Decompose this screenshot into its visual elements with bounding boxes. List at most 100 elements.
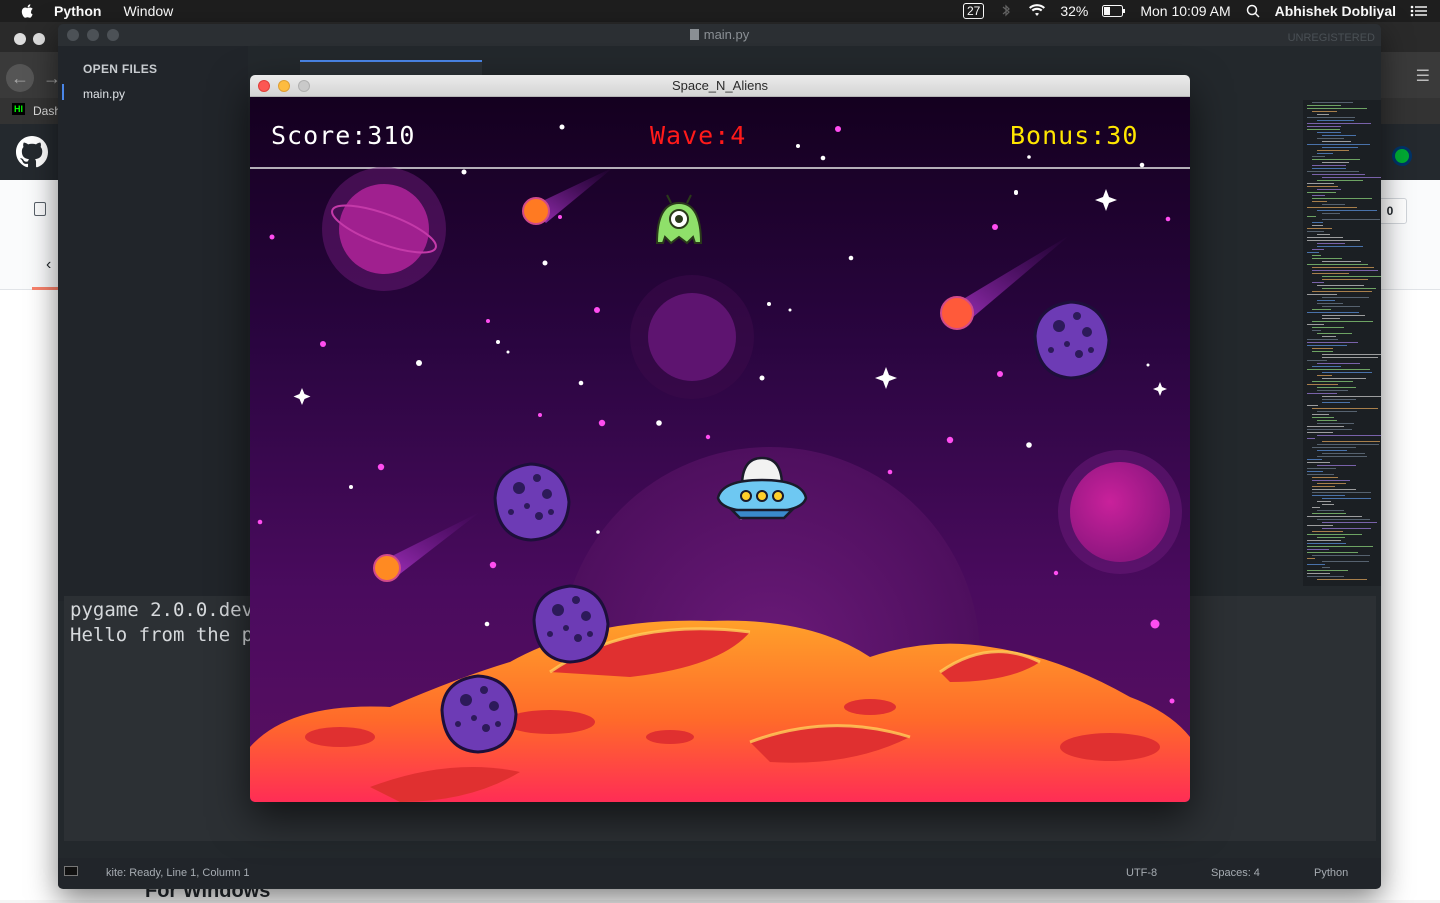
minimap-line: [1312, 330, 1321, 331]
minimap-line: [1317, 300, 1335, 301]
minimap-line: [1307, 468, 1336, 469]
minimap-line: [1312, 489, 1356, 490]
minimap-line: [1312, 321, 1373, 322]
menu-list-icon[interactable]: [1410, 4, 1428, 18]
wave-label: Wave:4: [650, 121, 747, 150]
browser-close-dot[interactable]: [14, 33, 26, 45]
score-label: Score:310: [271, 121, 416, 150]
back-icon[interactable]: ←: [6, 64, 34, 92]
minimap-line: [1307, 129, 1340, 130]
menu-app-python[interactable]: Python: [54, 3, 101, 19]
minimap-line: [1312, 159, 1360, 160]
minimap-line: [1312, 273, 1349, 274]
minimap-line: [1317, 501, 1331, 502]
space-scene: [250, 97, 1190, 802]
minimap-line: [1307, 393, 1337, 394]
sidebar-file-main-py[interactable]: main.py: [83, 87, 125, 101]
avatar[interactable]: [1392, 146, 1412, 166]
minimap-line: [1307, 186, 1338, 187]
status-badge[interactable]: 27: [962, 3, 985, 19]
minimap-line: [1322, 318, 1340, 319]
minimap-line: [1312, 258, 1342, 259]
asteroid: [1033, 300, 1111, 380]
minimap-line: [1312, 198, 1372, 199]
minimap-line: [1307, 573, 1330, 574]
minimap-line: [1322, 288, 1376, 289]
minimap-line: [1307, 516, 1362, 517]
asteroid: [493, 462, 571, 542]
minimap-line: [1312, 417, 1334, 418]
minimap-line: [1307, 123, 1371, 124]
minimap-line: [1322, 522, 1377, 523]
file-doc-icon: [689, 29, 699, 40]
minimap-line: [1307, 216, 1316, 217]
status-syntax[interactable]: Python: [1314, 867, 1348, 879]
minimap-line: [1312, 513, 1346, 514]
minimap-line: [1307, 534, 1362, 535]
search-icon[interactable]: [1245, 4, 1261, 18]
minimap-line: [1307, 345, 1347, 346]
minimap-line: [1317, 483, 1346, 484]
minimap-line: [1312, 447, 1356, 448]
editor-zoom-button[interactable]: [107, 29, 119, 41]
user-name[interactable]: Abhishek Dobliyal: [1275, 3, 1396, 19]
minimap-line: [1312, 225, 1323, 226]
minimap-line: [1307, 543, 1346, 544]
menu-window[interactable]: Window: [123, 3, 173, 19]
minimap-line: [1322, 147, 1358, 148]
browser-menu-icon[interactable]: ☰: [1416, 66, 1430, 86]
pygame-window[interactable]: Space_N_Aliens Score:310 Wave:4 Bonus:30: [250, 75, 1190, 802]
bluetooth-icon[interactable]: [998, 4, 1014, 18]
clock[interactable]: Mon 10:09 AM: [1140, 3, 1230, 19]
minimap-line: [1312, 270, 1378, 271]
game-minimize-button[interactable]: [278, 80, 290, 92]
minimap-line: [1312, 348, 1333, 349]
minimap-line: [1317, 210, 1377, 211]
minimap-line: [1312, 531, 1343, 532]
minimap-line: [1322, 399, 1356, 400]
game-canvas[interactable]: Score:310 Wave:4 Bonus:30: [250, 97, 1190, 802]
status-encoding[interactable]: UTF-8: [1126, 867, 1157, 879]
editor-minimize-button[interactable]: [87, 29, 99, 41]
panel-toggle-icon[interactable]: [64, 866, 78, 876]
minimap-line: [1307, 264, 1368, 265]
browser-min-dot[interactable]: [33, 33, 45, 45]
minimap-line: [1317, 138, 1344, 139]
game-close-button[interactable]: [258, 80, 270, 92]
apple-icon[interactable]: [20, 3, 36, 19]
minimap-line: [1317, 420, 1337, 421]
minimap-line: [1317, 246, 1363, 247]
bookmark-dash[interactable]: Dash: [33, 104, 61, 118]
minimap-line: [1322, 441, 1380, 442]
minimap-line: [1307, 474, 1334, 475]
minimap-line: [1322, 306, 1360, 307]
minimap-line: [1312, 408, 1378, 409]
minimap-line: [1317, 234, 1330, 235]
minimap-line: [1317, 465, 1356, 466]
chevron-left-icon[interactable]: ‹: [46, 256, 51, 274]
game-zoom-button[interactable]: [298, 80, 310, 92]
minimap-line: [1307, 324, 1324, 325]
minimap-line: [1312, 111, 1337, 112]
minimap-line: [1307, 576, 1344, 577]
minimap-line: [1307, 438, 1315, 439]
wifi-icon[interactable]: [1028, 4, 1046, 18]
asteroid: [532, 584, 610, 664]
dash-favicon-icon: HI: [12, 103, 25, 115]
minimap-line: [1312, 291, 1372, 292]
minimap-line: [1322, 279, 1368, 280]
minimap-line: [1322, 396, 1381, 397]
minimap-line: [1307, 462, 1330, 463]
minimap-line: [1307, 384, 1338, 385]
status-indentation[interactable]: Spaces: 4: [1211, 867, 1260, 879]
editor-close-button[interactable]: [67, 29, 79, 41]
asteroid: [440, 674, 518, 754]
battery-icon[interactable]: [1102, 4, 1126, 18]
minimap-line: [1312, 309, 1331, 310]
minimap[interactable]: [1303, 100, 1381, 586]
editor-titlebar: main.py UNREGISTERED: [58, 24, 1381, 46]
minimap-line: [1307, 369, 1370, 370]
minimap-line: [1317, 333, 1352, 334]
github-icon[interactable]: [16, 136, 48, 168]
battery-percent: 32%: [1060, 3, 1089, 19]
